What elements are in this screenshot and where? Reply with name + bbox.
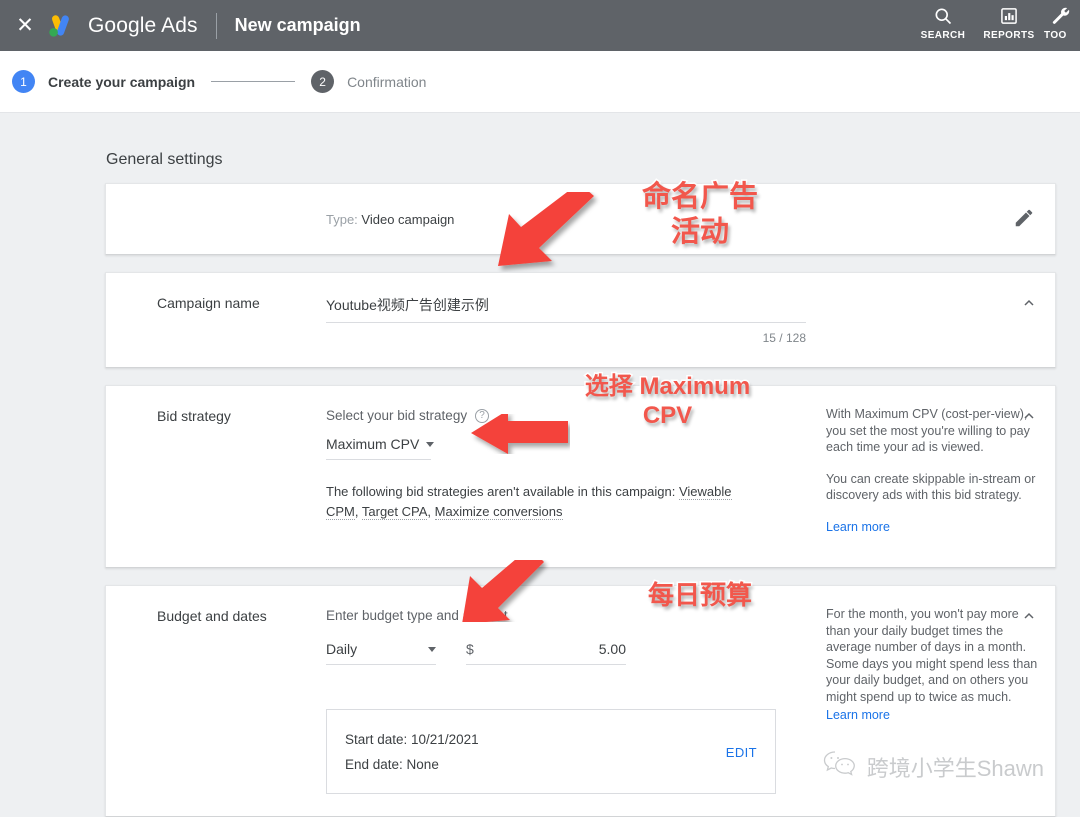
search-button[interactable]: SEARCH xyxy=(910,4,976,41)
close-icon[interactable]: ✕ xyxy=(8,15,42,36)
bid-strategy-help-p1: With Maximum CPV (cost-per-view), you se… xyxy=(826,406,1041,456)
bid-strategy-note: The following bid strategies aren't avai… xyxy=(326,482,746,522)
budget-amount-input[interactable]: $ 5.00 xyxy=(466,641,626,665)
chevron-up-icon[interactable] xyxy=(1017,291,1041,315)
currency-symbol: $ xyxy=(466,641,474,657)
reports-label: REPORTS xyxy=(976,30,1042,41)
start-date-text: Start date: 10/21/2021 xyxy=(345,727,726,752)
step-create-campaign[interactable]: 1 Create your campaign xyxy=(12,70,195,93)
budget-help-p1: For the month, you won't pay more than y… xyxy=(826,606,1041,705)
stepper: 1 Create your campaign 2 Confirmation xyxy=(0,51,1080,113)
reports-button[interactable]: REPORTS xyxy=(976,4,1042,41)
google-ads-logo xyxy=(44,11,74,41)
page-title: New campaign xyxy=(235,15,361,36)
dates-box: Start date: 10/21/2021 End date: None ED… xyxy=(326,709,776,794)
edit-dates-button[interactable]: EDIT xyxy=(726,745,757,760)
budget-type-value: Daily xyxy=(326,641,357,657)
bid-strategy-label: Bid strategy xyxy=(106,386,326,567)
budget-type-select[interactable]: Daily xyxy=(326,641,436,665)
campaign-name-field[interactable]: Youtube视频广告创建示例 15 / 128 xyxy=(326,295,806,345)
bid-strategy-help-p2: You can create skippable in-stream or di… xyxy=(826,471,1041,504)
top-bar: ✕ Google Ads New campaign SEARCH xyxy=(0,0,1080,51)
step-2-number: 2 xyxy=(311,70,334,93)
budget-amount-value: 5.00 xyxy=(599,641,626,657)
settings-content: General settings Type: Video campaign Ca… xyxy=(0,151,1080,817)
bid-strategy-selected: Maximum CPV xyxy=(326,436,419,452)
pencil-icon[interactable] xyxy=(1013,207,1037,231)
bid-strategy-field-text: Select your bid strategy xyxy=(326,408,467,423)
budget-label: Budget and dates xyxy=(106,586,326,816)
step-confirmation[interactable]: 2 Confirmation xyxy=(311,70,426,93)
campaign-name-input[interactable]: Youtube视频广告创建示例 xyxy=(326,295,806,323)
chevron-down-icon xyxy=(428,647,436,652)
bid-strategy-note-prefix: The following bid strategies aren't avai… xyxy=(326,484,679,499)
chevron-down-icon xyxy=(426,442,434,447)
toolbar-actions: SEARCH REPORTS TOO xyxy=(910,0,1080,51)
chevron-up-icon[interactable] xyxy=(1017,404,1041,428)
step-2-label: Confirmation xyxy=(347,74,426,90)
search-icon xyxy=(910,4,976,28)
reports-icon xyxy=(976,4,1042,28)
bid-strategy-select[interactable]: Maximum CPV xyxy=(326,436,431,460)
budget-row: Daily $ 5.00 xyxy=(326,641,818,665)
campaign-type-value: Video campaign xyxy=(361,212,454,227)
end-date-text: End date: None xyxy=(345,752,726,777)
bid-strategy-body: Select your bid strategy ? Maximum CPV T… xyxy=(326,386,818,567)
stepper-connector xyxy=(211,81,295,82)
step-1-number: 1 xyxy=(12,70,35,93)
budget-and-dates-card: Budget and dates Enter budget type and a… xyxy=(105,585,1056,817)
budget-learn-more-link[interactable]: Learn more xyxy=(826,708,890,722)
campaign-type-body: Type: Video campaign xyxy=(326,212,1055,227)
section-title: General settings xyxy=(106,151,1080,169)
campaign-name-body: Youtube视频广告创建示例 15 / 128 xyxy=(326,273,1055,367)
unavailable-maximize-conversions[interactable]: Maximize conversions xyxy=(435,504,563,520)
budget-field-label: Enter budget type and amount xyxy=(326,608,818,623)
step-1-label: Create your campaign xyxy=(48,74,195,90)
bid-strategy-field-label: Select your bid strategy ? xyxy=(326,408,818,423)
campaign-name-label: Campaign name xyxy=(106,273,326,367)
unavailable-target-cpa[interactable]: Target CPA xyxy=(362,504,428,520)
campaign-type-card: Type: Video campaign xyxy=(105,183,1056,255)
bid-strategy-card: Bid strategy Select your bid strategy ? … xyxy=(105,385,1056,568)
chevron-up-icon[interactable] xyxy=(1017,604,1041,628)
search-label: SEARCH xyxy=(910,30,976,41)
header-divider xyxy=(216,13,217,39)
campaign-type-text: Type: Video campaign xyxy=(326,212,1055,227)
tools-icon xyxy=(1042,4,1080,28)
brand-label: Google Ads xyxy=(88,14,198,38)
tools-button[interactable]: TOO xyxy=(1042,4,1080,41)
budget-body: Enter budget type and amount Daily $ 5.0… xyxy=(326,586,818,816)
dates-text: Start date: 10/21/2021 End date: None xyxy=(345,727,726,777)
campaign-name-counter: 15 / 128 xyxy=(326,331,806,345)
help-circle-icon[interactable]: ? xyxy=(475,409,489,423)
campaign-type-prefix: Type: xyxy=(326,212,358,227)
tools-label: TOO xyxy=(1044,30,1080,41)
bid-strategy-learn-more-link[interactable]: Learn more xyxy=(826,520,890,534)
campaign-name-card: Campaign name Youtube视频广告创建示例 15 / 128 xyxy=(105,272,1056,368)
